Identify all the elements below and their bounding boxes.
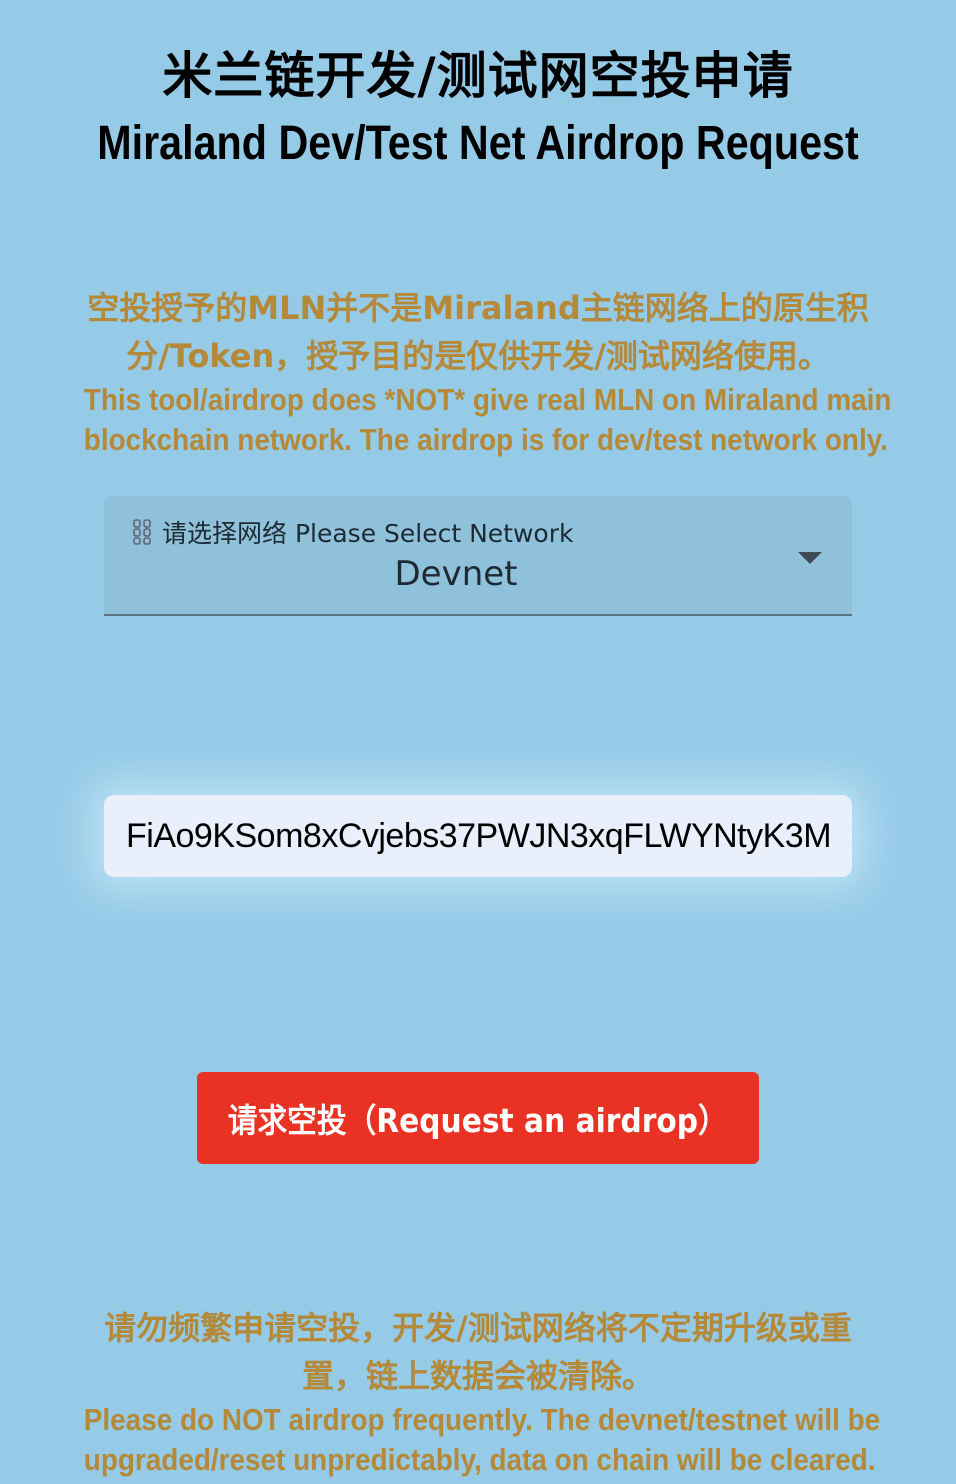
network-select-label-row: 请选择网络 Please Select Network	[132, 514, 573, 550]
warning-notice: 请勿频繁申请空投，开发/测试网络将不定期升级或重 置，链上数据会被清除。 Ple…	[40, 1304, 916, 1480]
page-title-en: Miraland Dev/Test Net Airdrop Request	[97, 117, 859, 170]
disclaimer-zh-line1: 空投授予的MLN并不是Miraland主链网络上的原生积	[87, 289, 869, 327]
disclaimer-en-line2: blockchain network. The airdrop is for d…	[83, 422, 888, 457]
warning-zh-line1: 请勿频繁申请空投，开发/测试网络将不定期升级或重	[104, 1309, 852, 1347]
chevron-down-icon[interactable]	[798, 552, 822, 564]
page-title-zh: 米兰链开发/测试网空投申请	[162, 47, 794, 105]
page-header: 米兰链开发/测试网空投申请 Miraland Dev/Test Net Aird…	[0, 40, 956, 176]
disclaimer-en-line1: This tool/airdrop does *NOT* give real M…	[83, 382, 892, 417]
warning-en-line2: upgraded/reset unpredictably, data on ch…	[83, 1442, 876, 1477]
warning-en-line1: Please do NOT airdrop frequently. The de…	[83, 1402, 881, 1437]
network-select-value: Devnet	[394, 554, 518, 594]
warning-zh-line2: 置，链上数据会被清除。	[301, 1357, 654, 1395]
request-airdrop-button-label: 请求空投（Request an airdrop）	[228, 1101, 728, 1140]
network-select-label: 请选择网络 Please Select Network	[162, 519, 574, 548]
disclaimer-zh-line2: 分/Token，授予目的是仅供开发/测试网络使用。	[126, 337, 830, 375]
request-airdrop-button[interactable]: 请求空投（Request an airdrop）	[197, 1072, 759, 1164]
wallet-address-input[interactable]	[104, 795, 852, 877]
network-select[interactable]: 请选择网络 Please Select Network Devnet	[104, 496, 852, 616]
chain-link-icon	[132, 519, 152, 545]
disclaimer-notice: 空投授予的MLN并不是Miraland主链网络上的原生积 分/Token，授予目…	[40, 284, 916, 460]
